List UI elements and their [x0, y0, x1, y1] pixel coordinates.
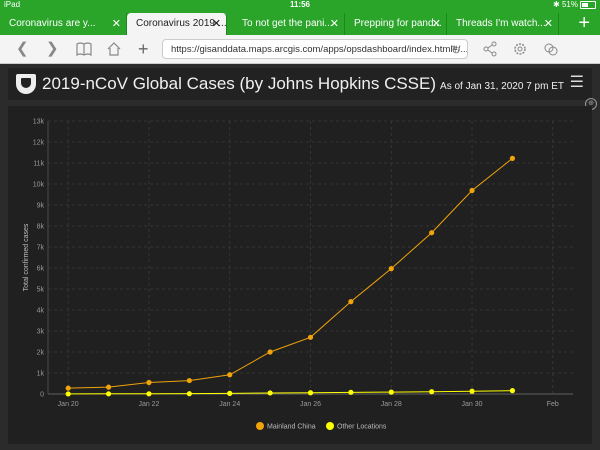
close-tab-icon[interactable]: ✕ — [212, 13, 221, 35]
x-tick-label: Jan 30 — [462, 401, 483, 408]
bluetooth-icon: ✱ — [553, 0, 560, 9]
data-point-mainland-china — [105, 384, 112, 390]
reload-icon[interactable]: ↻ — [451, 40, 461, 58]
data-point-other-locations — [388, 389, 394, 395]
settings-gear-icon[interactable] — [512, 39, 528, 65]
add-bookmark-plus-icon[interactable]: + — [138, 39, 149, 59]
url-text: https://gisanddata.maps.arcgis.com/apps/… — [171, 44, 468, 55]
dashboard-subtitle: As of Jan 31, 2020 7 pm ET — [440, 81, 564, 92]
data-point-other-locations — [227, 390, 233, 396]
tab-coronavirus-are-you[interactable]: Coronavirus are y... ✕ — [0, 13, 127, 35]
data-point-mainland-china — [65, 385, 71, 391]
data-point-other-locations — [429, 389, 435, 395]
dashboard: 2019-nCoV Global Cases (by Johns Hopkins… — [0, 64, 600, 450]
data-point-mainland-china — [388, 266, 394, 272]
y-tick-label: 7k — [37, 245, 45, 252]
close-tab-icon[interactable]: ✕ — [432, 13, 441, 35]
share-icon[interactable] — [482, 39, 498, 65]
data-point-mainland-china — [146, 379, 152, 386]
close-tab-icon[interactable]: ✕ — [330, 13, 339, 35]
address-bar[interactable]: https://gisanddata.maps.arcgis.com/apps/… — [162, 39, 468, 59]
data-point-mainland-china — [509, 155, 516, 161]
tab-prepping-for-pandemic[interactable]: Prepping for pand... ✕ — [345, 13, 447, 35]
y-tick-label: 12k — [33, 140, 45, 147]
series-line-other-locations — [68, 390, 513, 395]
y-tick-label: 5k — [37, 287, 45, 294]
x-tick-label: Jan 22 — [138, 401, 159, 408]
close-tab-icon[interactable]: ✕ — [544, 13, 553, 35]
x-tick-label: Jan 20 — [58, 401, 79, 408]
y-tick-label: 4k — [37, 308, 45, 315]
battery-percent: 51% — [561, 0, 578, 9]
data-point-mainland-china — [186, 377, 192, 384]
legend-swatch-other-locations — [326, 422, 334, 430]
dashboard-title-text: 2019-nCoV Global Cases (by Johns Hopkins… — [42, 74, 437, 93]
status-bar: iPad 11:56 ✱ 51% — [0, 0, 600, 10]
tab-coronavirus-2019[interactable]: Coronavirus 2019-... ✕ — [127, 13, 227, 35]
forward-arrow-icon[interactable]: ❯ — [46, 39, 59, 59]
y-tick-label: 2k — [37, 350, 45, 357]
legend-label-other-locations: Other Locations — [337, 424, 387, 431]
y-axis-title: Total confirmed cases — [23, 223, 30, 291]
data-point-other-locations — [267, 390, 273, 396]
x-tick-label: Jan 26 — [300, 401, 321, 408]
y-tick-label: 11k — [33, 161, 44, 168]
data-point-other-locations — [186, 391, 192, 397]
data-point-other-locations — [469, 388, 475, 394]
data-point-mainland-china — [429, 230, 435, 236]
browser-toolbar: ❮ ❯ + https://gisanddata.maps.arcgis.com… — [0, 35, 600, 64]
dashboard-header: 2019-nCoV Global Cases (by Johns Hopkins… — [8, 68, 592, 100]
tab-label: Prepping for pand... — [354, 18, 442, 29]
data-point-other-locations — [105, 391, 112, 397]
data-point-mainland-china — [307, 334, 314, 340]
y-tick-label: 6k — [37, 266, 45, 273]
jhu-shield-logo-icon — [16, 74, 36, 94]
new-tab-plus-icon[interactable]: + — [578, 13, 590, 33]
tab-threads-im-watching[interactable]: Threads I'm watch... ✕ — [447, 13, 559, 35]
tabs-overview-icon[interactable] — [542, 39, 560, 65]
hamburger-menu-icon[interactable]: ☰ — [570, 75, 584, 91]
tab-label: To not get the pani... — [242, 18, 333, 29]
home-icon[interactable] — [106, 39, 122, 65]
data-point-mainland-china — [227, 372, 233, 378]
data-point-mainland-china — [469, 187, 475, 194]
tab-bar: Coronavirus are y... ✕ Coronavirus 2019-… — [0, 10, 600, 35]
confirmed-cases-line-chart: 0 1k 2k 3k 4k 5k 6k 7k 8k 9k 10k 11k 12k 13k Jan 20 Jan… — [23, 119, 573, 431]
close-tab-icon[interactable]: ✕ — [112, 13, 121, 35]
clock: 11:56 — [289, 0, 311, 9]
bookmarks-book-icon[interactable] — [76, 39, 92, 65]
legend-swatch-mainland-china — [256, 422, 264, 430]
battery-indicator: ✱ 51% — [553, 0, 596, 10]
data-point-mainland-china — [348, 299, 354, 305]
y-tick-label: 1k — [37, 371, 45, 378]
series-line-mainland-china — [68, 157, 513, 389]
data-point-mainland-china — [267, 349, 273, 355]
y-tick-label: 8k — [37, 224, 45, 231]
data-point-other-locations — [509, 388, 516, 394]
legend-label-mainland-china: Mainland China — [267, 424, 316, 431]
x-tick-label: Jan 28 — [381, 401, 402, 408]
y-tick-label: 9k — [37, 203, 45, 210]
y-tick-label: 0 — [40, 392, 44, 399]
dashboard-title: 2019-nCoV Global Cases (by Johns Hopkins… — [42, 74, 564, 97]
battery-icon — [580, 0, 596, 9]
back-arrow-icon[interactable]: ❮ — [16, 39, 29, 59]
tab-label: Threads I'm watch... — [456, 18, 546, 29]
data-point-other-locations — [307, 390, 314, 396]
x-tick-label: Feb — [547, 401, 559, 408]
y-tick-label: 10k — [33, 182, 45, 189]
y-tick-label: 3k — [37, 329, 45, 336]
data-point-other-locations — [348, 389, 354, 395]
x-tick-label: Jan 24 — [219, 401, 240, 408]
data-point-other-locations — [65, 391, 71, 397]
y-tick-label: 13k — [33, 119, 45, 126]
chart-panel: 0 1k 2k 3k 4k 5k 6k 7k 8k 9k 10k 11k 12k 13k Jan 20 Jan… — [8, 106, 592, 444]
data-point-other-locations — [146, 391, 152, 397]
tab-label: Coronavirus are y... — [9, 18, 96, 29]
tab-to-not-get-the-panic[interactable]: To not get the pani... ✕ — [233, 13, 345, 35]
